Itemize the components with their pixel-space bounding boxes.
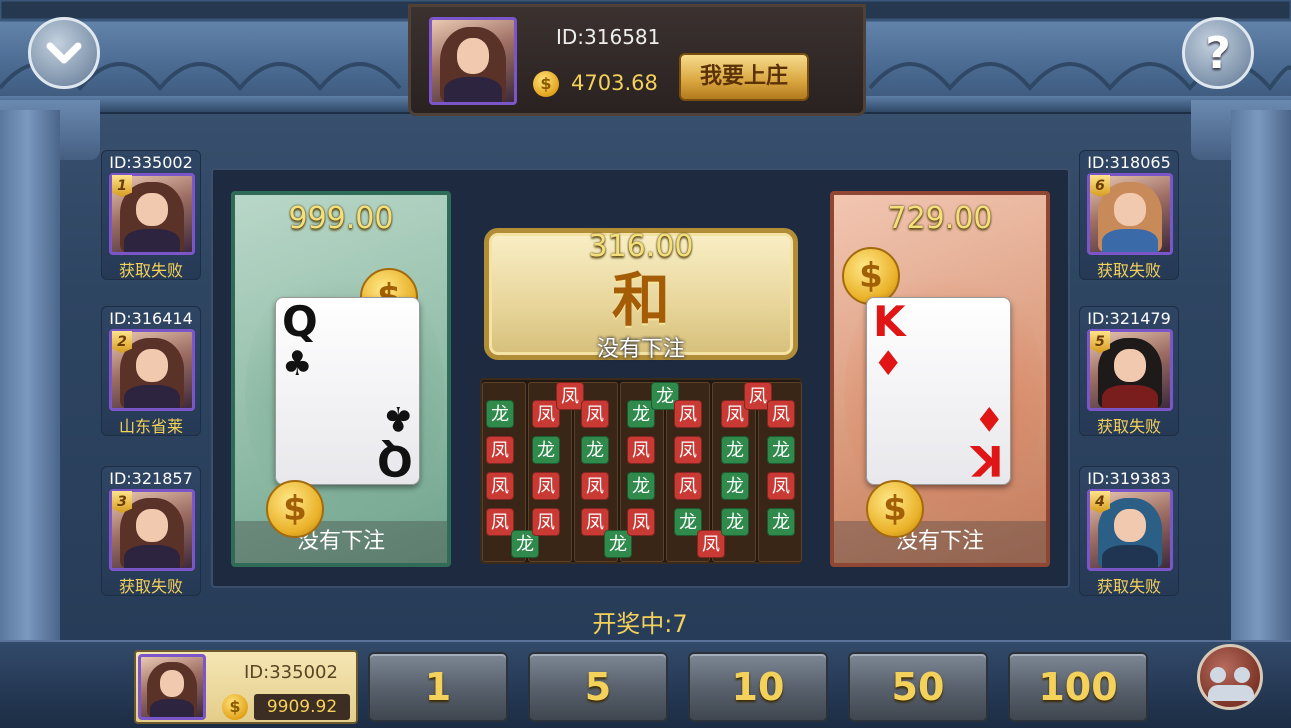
seat-player-right-2[interactable]: ID:321479 5 获取失败 — [1079, 306, 1179, 436]
phoenix-bet-status: 没有下注 — [834, 521, 1046, 563]
road-tile-phoenix: 凤 — [486, 508, 514, 536]
dragon-bet-status: 没有下注 — [235, 521, 447, 563]
road-tile-dragon: 龙 — [767, 436, 795, 464]
player-status: 获取失败 — [1096, 261, 1161, 280]
rank-badge: 4 — [1090, 491, 1110, 513]
road-tile-phoenix: 凤 — [486, 472, 514, 500]
chip-button-1[interactable]: 1 — [368, 652, 508, 722]
rank-badge: 5 — [1090, 331, 1110, 353]
question-mark-icon: ? — [1205, 27, 1231, 79]
seat-player-left-3[interactable]: ID:321857 3 获取失败 — [101, 466, 201, 596]
road-tile-phoenix: 凤 — [674, 436, 702, 464]
coin-icon: $ — [533, 71, 559, 97]
help-button[interactable]: ? — [1182, 17, 1254, 89]
coin-icon: $ — [266, 480, 324, 538]
seat-player-right-3[interactable]: ID:319383 4 获取失败 — [1079, 466, 1179, 596]
my-gold: 9909.92 — [254, 694, 350, 720]
road-tile-phoenix: 凤 — [674, 400, 702, 428]
phoenix-amount: 729.00 — [887, 201, 993, 236]
chip-button-10[interactable]: 10 — [688, 652, 828, 722]
apply-banker-button[interactable]: 我要上庄 — [679, 53, 809, 101]
my-info-panel: ID:335002 $ 9909.92 — [134, 650, 358, 724]
player-status: 获取失败 — [1096, 417, 1161, 436]
dragon-amount: 999.00 — [288, 201, 394, 236]
road-tile-phoenix: 凤 — [532, 472, 560, 500]
player-status: 获取失败 — [118, 261, 183, 280]
player-status: 山东省莱 — [118, 417, 183, 436]
road-tile-phoenix: 凤 — [627, 508, 655, 536]
seat-player-left-2[interactable]: ID:316414 2 山东省莱 — [101, 306, 201, 436]
rank-badge: 1 — [112, 175, 132, 197]
players-list-button[interactable] — [1197, 644, 1263, 710]
rank-badge: 6 — [1090, 175, 1110, 197]
card-suit-club-icon: ♣ — [382, 398, 413, 438]
road-tile-phoenix: 凤 — [627, 436, 655, 464]
road-tile-dragon: 龙 — [721, 436, 749, 464]
card-suit-club-icon: ♣ — [282, 344, 313, 384]
chip-button-5[interactable]: 5 — [528, 652, 668, 722]
banker-id: ID:316581 — [556, 25, 661, 49]
road-tile-phoenix: 凤 — [767, 400, 795, 428]
road-tile-phoenix: 凤 — [581, 472, 609, 500]
road-tile-dragon: 龙 — [767, 508, 795, 536]
road-tile-dragon: 龙 — [627, 472, 655, 500]
chevron-down-icon — [46, 42, 82, 64]
tie-bet-status: 没有下注 — [596, 337, 685, 362]
road-tile-phoenix: 凤 — [674, 472, 702, 500]
rank-badge: 3 — [112, 491, 132, 513]
road-tile-dragon: 龙 — [721, 508, 749, 536]
pillar-right — [1231, 110, 1291, 640]
my-id: ID:335002 — [244, 662, 338, 683]
card-suit-diamond-icon: ♦ — [973, 398, 1004, 438]
card-rank: K — [971, 436, 1004, 485]
player-id: ID:319383 — [1087, 469, 1171, 488]
player-id: ID:335002 — [109, 153, 193, 172]
player-id: ID:316414 — [109, 309, 193, 328]
road-tile-phoenix: 凤 — [532, 508, 560, 536]
card-rank: Q — [377, 436, 413, 485]
player-id: ID:321857 — [109, 469, 193, 488]
road-tile-dragon: 龙 — [532, 436, 560, 464]
dragon-card: Q ♣ ♣ Q — [275, 297, 420, 485]
road-tile-phoenix: 凤 — [581, 400, 609, 428]
player-status: 获取失败 — [118, 577, 183, 596]
my-avatar — [138, 654, 206, 720]
seat-player-right-1[interactable]: ID:318065 6 获取失败 — [1079, 150, 1179, 280]
seat-player-left-1[interactable]: ID:335002 1 获取失败 — [101, 150, 201, 280]
banker-avatar — [429, 17, 517, 105]
card-rank: Q — [282, 297, 318, 346]
tie-bet-zone[interactable]: 316.00 和 没有下注 — [484, 228, 798, 362]
card-suit-diamond-icon: ♦ — [873, 344, 904, 384]
road-tile-dragon: 龙 — [581, 436, 609, 464]
road-tile-phoenix: 凤 — [486, 436, 514, 464]
player-id: ID:321479 — [1087, 309, 1171, 328]
road-tile-dragon: 龙 — [486, 400, 514, 428]
road-tile-phoenix: 凤 — [767, 472, 795, 500]
road-tile-dragon: 龙 — [721, 472, 749, 500]
tie-label: 和 — [611, 266, 670, 334]
chip-button-50[interactable]: 50 — [848, 652, 988, 722]
card-rank: K — [873, 297, 906, 346]
collapse-button[interactable] — [28, 17, 100, 89]
rank-badge: 2 — [112, 331, 132, 353]
players-icon — [1210, 667, 1226, 683]
phoenix-card: K ♦ ♦ K — [866, 297, 1011, 485]
coin-icon: $ — [866, 480, 924, 538]
coin-icon: $ — [222, 694, 248, 720]
player-status: 获取失败 — [1096, 577, 1161, 596]
draw-countdown: 开奖中:7 — [592, 610, 688, 638]
chip-button-100[interactable]: 100 — [1008, 652, 1148, 722]
player-id: ID:318065 — [1087, 153, 1171, 172]
road-tile-phoenix: 凤 — [556, 382, 584, 410]
banker-gold: 4703.68 — [571, 71, 658, 95]
banker-panel: ID:316581 $ 4703.68 我要上庄 — [408, 4, 866, 116]
pillar-left — [0, 110, 60, 640]
